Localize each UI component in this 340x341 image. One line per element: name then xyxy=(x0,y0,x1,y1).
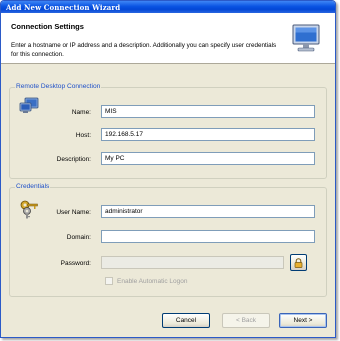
wizard-header: Connection Settings Enter a hostname or … xyxy=(1,13,335,64)
password-input[interactable] xyxy=(101,256,284,269)
description-input[interactable]: My PC xyxy=(101,152,315,165)
description-label: Description: xyxy=(56,156,91,163)
password-lock-button[interactable] xyxy=(290,254,307,271)
monitor-icon xyxy=(292,24,320,52)
lock-icon xyxy=(294,257,303,268)
back-button[interactable]: < Back xyxy=(222,313,270,328)
password-label: Password: xyxy=(60,260,91,267)
remote-desktop-group-label: Remote Desktop Connection xyxy=(15,83,102,90)
domain-input[interactable] xyxy=(101,230,315,243)
next-button[interactable]: Next > xyxy=(279,313,327,328)
auto-logon-checkbox[interactable] xyxy=(105,277,113,285)
domain-label: Domain: xyxy=(66,234,91,241)
username-label: User Name: xyxy=(56,209,91,216)
auto-logon-row[interactable]: Enable Automatic Logon xyxy=(105,277,187,285)
name-label: Name: xyxy=(71,109,91,116)
cancel-button[interactable]: Cancel xyxy=(162,313,210,328)
header-description: Enter a hostname or IP address and a des… xyxy=(11,42,277,58)
username-input[interactable]: administrator xyxy=(101,205,315,218)
name-input[interactable]: MIS xyxy=(101,105,315,118)
title-bar[interactable]: Add New Connection Wizard xyxy=(1,1,335,13)
header-title: Connection Settings xyxy=(11,22,84,31)
wizard-window: Add New Connection Wizard Connection Set… xyxy=(0,0,336,338)
host-label: Host: xyxy=(75,132,91,139)
credentials-group-label: Credentials xyxy=(15,183,51,190)
window-title: Add New Connection Wizard xyxy=(6,2,121,12)
host-input[interactable]: 192.168.5.17 xyxy=(101,128,315,141)
auto-logon-label: Enable Automatic Logon xyxy=(117,277,188,285)
